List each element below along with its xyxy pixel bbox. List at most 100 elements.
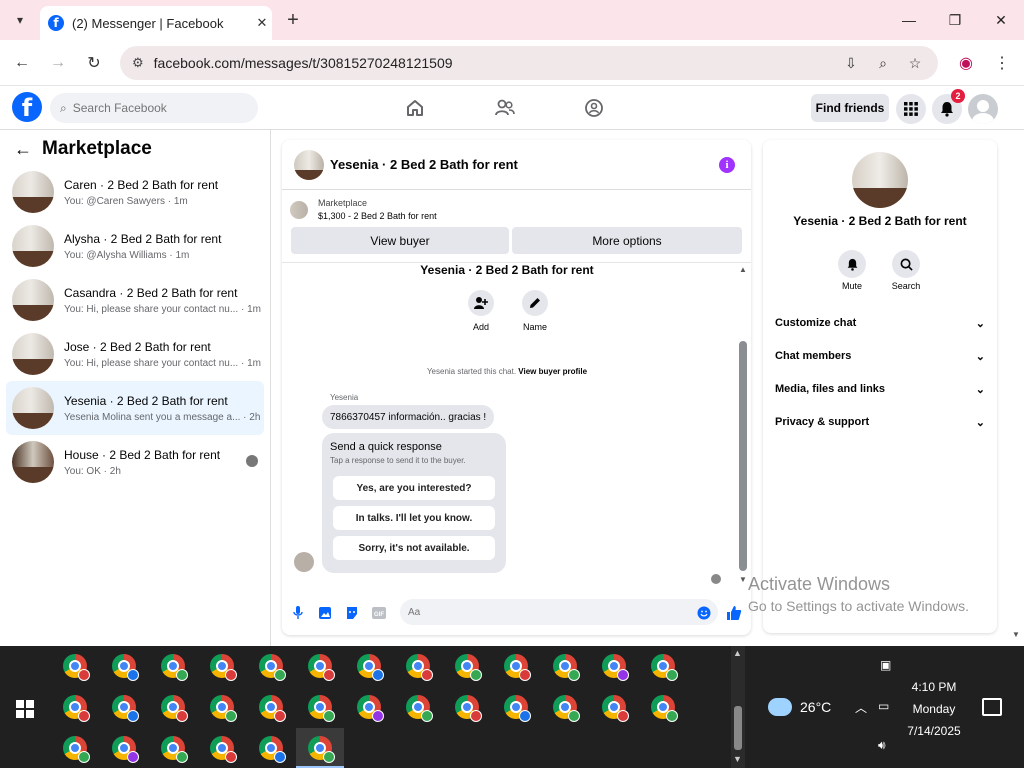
profile-icon[interactable]: ◉	[951, 48, 981, 78]
window-close-button[interactable]: ✕	[978, 8, 1024, 32]
address-bar[interactable]: ⚙ facebook.com/messages/t/30815270248121…	[120, 46, 938, 80]
chat-thumbnail[interactable]	[294, 149, 324, 180]
media-files-links-section[interactable]: Media, files and links ⌄	[775, 379, 985, 399]
chrome-profile-taskbar-icon[interactable]	[651, 695, 678, 722]
customize-chat-section[interactable]: Customize chat ⌄	[775, 313, 985, 333]
chrome-profile-taskbar-icon[interactable]	[112, 695, 139, 722]
chat-title[interactable]: Yesenia · 2 Bed 2 Bath for rent	[330, 157, 719, 172]
search-icon[interactable]	[892, 250, 920, 278]
search-input[interactable]	[72, 101, 233, 115]
chat-members-section[interactable]: Chat members ⌄	[775, 346, 985, 366]
chrome-profile-taskbar-icon[interactable]	[308, 736, 335, 763]
show-hidden-icons-chevron-icon[interactable]: ︿	[855, 699, 867, 716]
listing-photo[interactable]	[852, 152, 908, 208]
conversation-item[interactable]: Casandra · 2 Bed 2 Bath for rent You: Hi…	[6, 273, 264, 327]
minimize-button[interactable]: —	[886, 8, 932, 32]
message-input[interactable]	[408, 606, 688, 618]
chrome-profile-taskbar-icon[interactable]	[504, 695, 531, 722]
chrome-profile-taskbar-icon[interactable]	[553, 654, 580, 681]
chrome-profile-taskbar-icon[interactable]	[112, 736, 139, 763]
scroll-up-icon[interactable]: ▲	[739, 265, 747, 274]
site-info-icon[interactable]: ⚙	[132, 55, 144, 71]
gif-icon[interactable]: GIF	[371, 605, 387, 621]
quick-reply-button[interactable]: Yes, are you interested?	[333, 476, 495, 500]
chrome-profile-taskbar-icon[interactable]	[602, 654, 629, 681]
message-input-box[interactable]	[400, 599, 718, 625]
network-icon[interactable]: ▭	[878, 699, 889, 713]
volume-icon[interactable]: 🔊︎	[878, 738, 886, 753]
conversation-item[interactable]: House · 2 Bed 2 Bath for rent You: OK · …	[6, 435, 264, 489]
conversation-item[interactable]: Jose · 2 Bed 2 Bath for rent You: Hi, pl…	[6, 327, 264, 381]
scrollbar-thumb[interactable]	[734, 706, 742, 750]
menu-grid-icon[interactable]	[896, 94, 926, 124]
mute-bell-icon[interactable]	[838, 250, 866, 278]
message-bubble[interactable]: 7866370457 información.. gracias !	[322, 405, 495, 429]
browser-tab[interactable]: f (2) Messenger | Facebook ✕	[40, 6, 272, 40]
add-person-icon[interactable]	[468, 290, 494, 316]
url-text[interactable]: facebook.com/messages/t/3081527024812150…	[154, 55, 453, 71]
chrome-profile-taskbar-icon[interactable]	[602, 695, 629, 722]
chrome-profile-taskbar-icon[interactable]	[210, 654, 237, 681]
chrome-profile-taskbar-icon[interactable]	[161, 654, 188, 681]
conversation-item-active[interactable]: Yesenia · 2 Bed 2 Bath for rent Yesenia …	[6, 381, 264, 435]
chrome-profile-taskbar-icon[interactable]	[63, 654, 90, 681]
weather-widget[interactable]: 26°C	[768, 698, 831, 716]
chrome-profile-taskbar-icon[interactable]	[406, 654, 433, 681]
more-options-button[interactable]: More options	[512, 227, 742, 254]
find-friends-button[interactable]: Find friends	[811, 94, 889, 122]
chrome-profile-taskbar-icon[interactable]	[210, 695, 237, 722]
chrome-profile-taskbar-icon[interactable]	[112, 654, 139, 681]
forward-icon[interactable]: →	[43, 48, 73, 78]
chrome-profile-taskbar-icon[interactable]	[406, 695, 433, 722]
emoji-icon[interactable]	[696, 605, 712, 621]
scrollbar-thumb[interactable]	[739, 341, 747, 571]
chrome-profile-taskbar-icon[interactable]	[455, 654, 482, 681]
home-icon[interactable]	[401, 94, 429, 122]
account-avatar[interactable]	[968, 94, 998, 124]
facebook-logo-icon[interactable]: f	[12, 92, 42, 122]
scroll-up-icon[interactable]: ▲	[733, 648, 742, 658]
windows-start-icon[interactable]	[16, 700, 34, 718]
back-arrow-icon[interactable]: ←	[14, 139, 32, 160]
notifications-icon[interactable]	[982, 698, 1002, 716]
photo-icon[interactable]	[317, 605, 333, 621]
chrome-profile-taskbar-icon[interactable]	[63, 736, 90, 763]
chrome-profile-taskbar-icon[interactable]	[259, 654, 286, 681]
scroll-down-icon[interactable]: ▼	[733, 754, 742, 764]
conversation-item[interactable]: Alysha · 2 Bed 2 Bath for rent You: @Aly…	[6, 219, 264, 273]
view-buyer-profile-link[interactable]: View buyer profile	[518, 367, 587, 376]
bookmark-star-icon[interactable]: ☆	[904, 52, 926, 74]
chrome-profile-taskbar-icon[interactable]	[357, 654, 384, 681]
chrome-profile-taskbar-icon[interactable]	[308, 695, 335, 722]
back-icon[interactable]: ←	[7, 48, 37, 78]
chrome-profile-taskbar-icon[interactable]	[504, 654, 531, 681]
conversation-item[interactable]: Caren · 2 Bed 2 Bath for rent You: @Care…	[6, 165, 264, 219]
view-buyer-button[interactable]: View buyer	[291, 227, 509, 254]
facebook-search[interactable]: ⌕	[50, 93, 258, 123]
page-scroll-down-icon[interactable]: ▼	[1012, 630, 1020, 639]
edit-name-icon[interactable]	[522, 290, 548, 316]
system-clock[interactable]: 4:10 PM Monday 7/14/2025	[890, 676, 978, 742]
chrome-profile-taskbar-icon[interactable]	[161, 736, 188, 763]
chrome-menu-icon[interactable]: ⋮	[987, 48, 1017, 78]
install-app-icon[interactable]: ⇩	[840, 52, 862, 74]
new-tab-button[interactable]: +	[282, 8, 304, 32]
reload-icon[interactable]: ↻	[79, 48, 109, 78]
microphone-icon[interactable]	[290, 605, 306, 621]
chrome-profile-taskbar-icon[interactable]	[259, 736, 286, 763]
zoom-icon[interactable]: ⌕	[872, 52, 894, 74]
chrome-profile-taskbar-icon[interactable]	[553, 695, 580, 722]
chrome-profile-taskbar-icon[interactable]	[63, 695, 90, 722]
chrome-profile-taskbar-icon[interactable]	[455, 695, 482, 722]
scroll-down-icon[interactable]: ▼	[739, 575, 747, 584]
friends-icon[interactable]	[491, 94, 519, 122]
maximize-button[interactable]: ❐	[932, 8, 978, 32]
sticker-icon[interactable]	[344, 605, 360, 621]
privacy-support-section[interactable]: Privacy & support ⌄	[775, 412, 985, 432]
chrome-profile-taskbar-icon[interactable]	[210, 736, 237, 763]
listing-summary[interactable]: Marketplace $1,300 - 2 Bed 2 Bath for re…	[290, 198, 437, 221]
meet-now-icon[interactable]: ▣	[880, 658, 891, 672]
info-icon[interactable]: i	[719, 156, 735, 173]
quick-reply-button[interactable]: Sorry, it's not available.	[333, 536, 495, 560]
message-scrollbar[interactable]: ▲ ▼	[738, 265, 748, 590]
